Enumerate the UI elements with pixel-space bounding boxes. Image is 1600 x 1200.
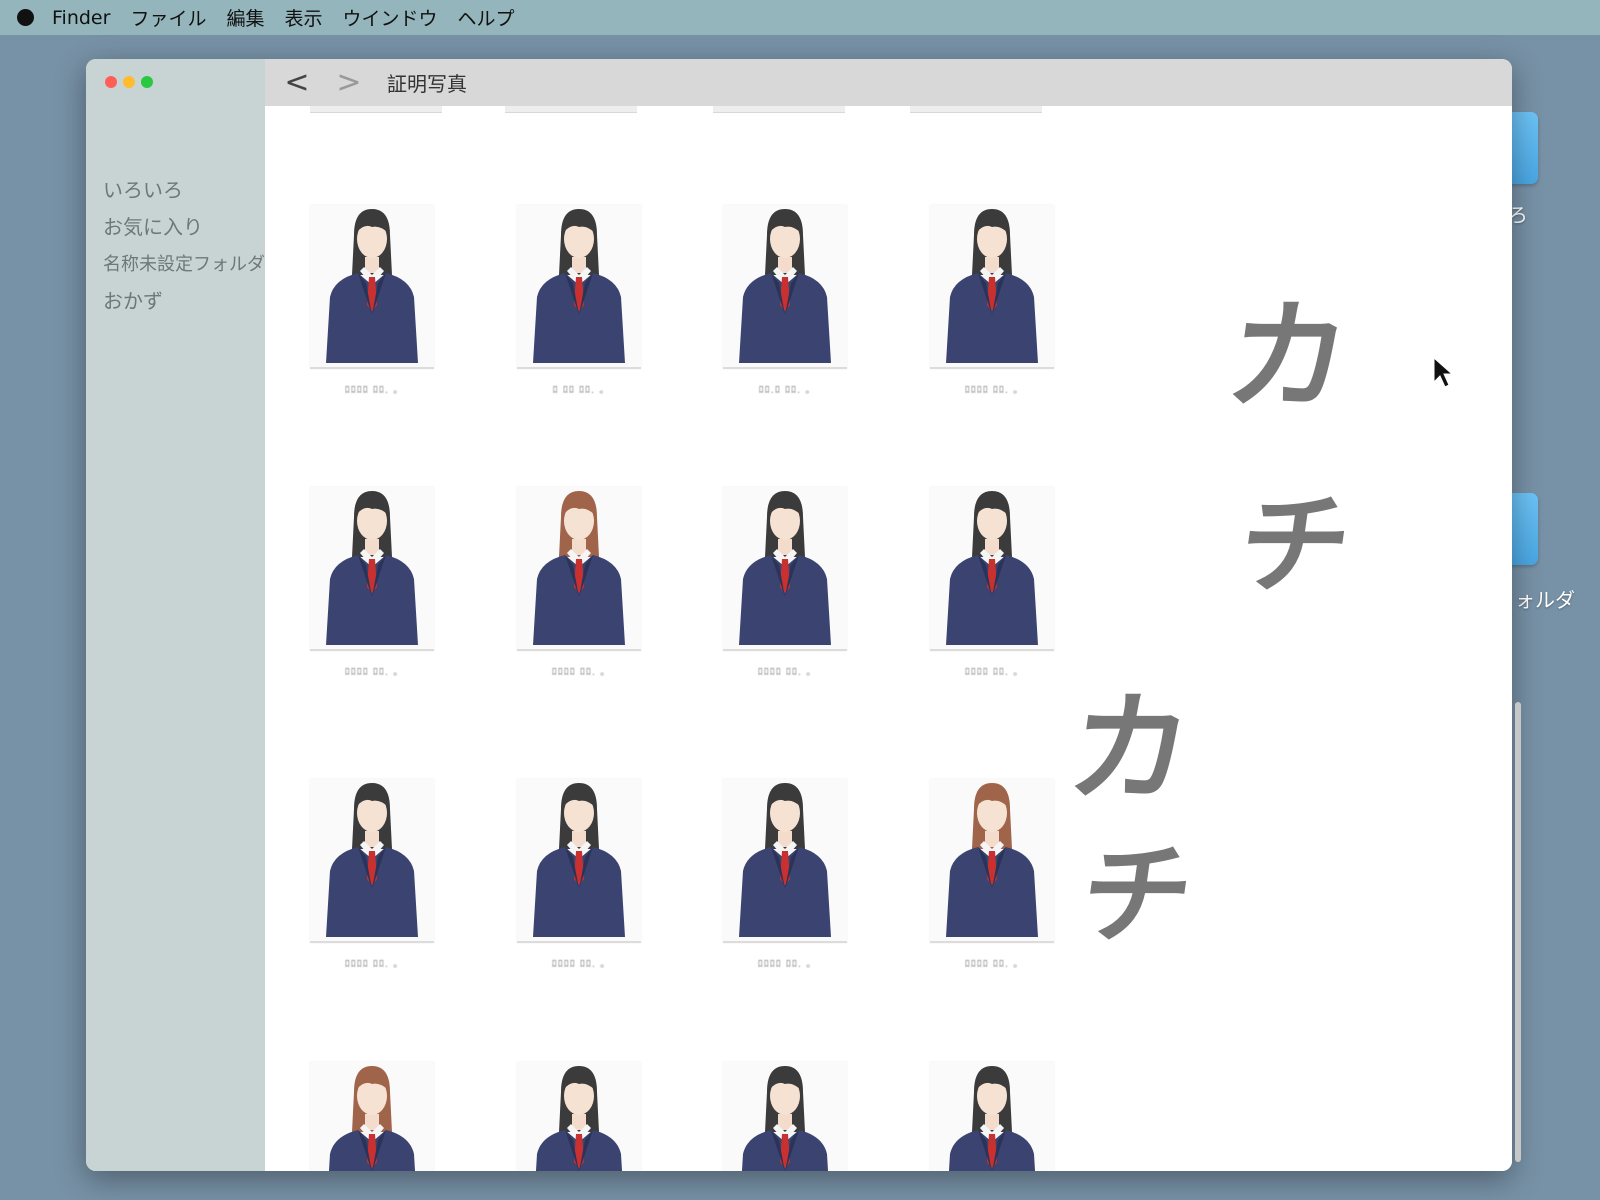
window-title: 証明写真 xyxy=(387,72,467,96)
file-thumbnail-edge xyxy=(505,106,637,113)
menu-help[interactable]: ヘルプ xyxy=(458,4,515,31)
photo-thumbnail[interactable] xyxy=(310,779,434,943)
photo-thumbnail[interactable] xyxy=(930,779,1054,943)
portrait-image xyxy=(723,205,847,367)
photo-thumbnail[interactable] xyxy=(310,487,434,651)
sound-effect-text: カ xyxy=(1218,288,1358,427)
desktop-folder-label[interactable]: ォルダ xyxy=(1515,584,1575,613)
forward-button[interactable]: > xyxy=(323,59,375,106)
portrait-image xyxy=(723,779,847,941)
photo-thumbnail[interactable] xyxy=(930,205,1054,369)
photo-filename[interactable]: ﾛﾛﾛﾛ ﾛﾛ. ｡ xyxy=(517,955,641,970)
zoom-button[interactable] xyxy=(141,76,153,88)
menu-finder[interactable]: Finder xyxy=(52,7,110,29)
file-thumbnail-edge xyxy=(310,106,442,113)
portrait-image xyxy=(723,1062,847,1171)
portrait-image xyxy=(517,205,641,367)
photo-thumbnail[interactable] xyxy=(723,205,847,369)
minimize-button[interactable] xyxy=(123,76,135,88)
photo-thumbnail[interactable] xyxy=(723,1062,847,1171)
photo-thumbnail[interactable] xyxy=(517,487,641,651)
photo-thumbnail[interactable] xyxy=(517,205,641,369)
portrait-image xyxy=(930,1062,1054,1171)
photo-filename[interactable]: ﾛﾛﾛﾛ ﾛﾛ. ｡ xyxy=(930,663,1054,678)
photo-filename[interactable]: ﾛﾛﾛﾛ ﾛﾛ. ｡ xyxy=(930,955,1054,970)
menu-view[interactable]: 表示 xyxy=(284,4,322,31)
back-button[interactable]: < xyxy=(271,59,323,106)
photo-thumbnail[interactable] xyxy=(930,487,1054,651)
photo-thumbnail[interactable] xyxy=(723,487,847,651)
file-thumbnail-edge xyxy=(910,106,1042,113)
photo-filename[interactable]: ﾛﾛﾛﾛ ﾛﾛ. ｡ xyxy=(310,955,434,970)
portrait-image xyxy=(310,1062,434,1171)
photo-filename[interactable]: ﾛ ﾛﾛ ﾛﾛ. ｡ xyxy=(517,381,641,396)
portrait-image xyxy=(517,1062,641,1171)
close-button[interactable] xyxy=(105,76,117,88)
sound-effect-text: カ xyxy=(1060,680,1200,819)
photo-filename[interactable]: ﾛﾛﾛﾛ ﾛﾛ. ｡ xyxy=(723,955,847,970)
sidebar-item-favorites[interactable]: お気に入り xyxy=(103,209,265,246)
mouse-pointer-icon xyxy=(1433,356,1454,388)
portrait-image xyxy=(930,779,1054,941)
photo-thumbnail[interactable] xyxy=(310,1062,434,1171)
portrait-image xyxy=(930,205,1054,367)
photo-filename[interactable]: ﾛﾛ.ﾛ ﾛﾛ. ｡ xyxy=(723,381,847,396)
photo-filename[interactable]: ﾛﾛﾛﾛ ﾛﾛ. ｡ xyxy=(310,663,434,678)
sidebar-item-untitled-folder[interactable]: 名称未設定フォルダ xyxy=(103,246,265,283)
portrait-image xyxy=(517,779,641,941)
menu-edit[interactable]: 編集 xyxy=(226,4,264,31)
file-grid: ﾛﾛﾛﾛ ﾛﾛ. ｡ ﾛ ﾛﾛ ﾛﾛ. ｡ ﾛﾛ.ﾛ ﾛﾛ. ｡ ﾛﾛﾛﾛ ﾛﾛ. ｡… xyxy=(265,106,1512,1171)
scrollbar-thumb[interactable] xyxy=(1515,702,1521,1162)
title-bar: < > 証明写真 xyxy=(265,59,1512,106)
portrait-image xyxy=(930,487,1054,649)
menu-bar: Finder ファイル 編集 表示 ウインドウ ヘルプ xyxy=(0,0,1600,35)
portrait-image xyxy=(517,487,641,649)
sidebar-list: いろいろ お気に入り 名称未設定フォルダ おかず xyxy=(103,172,265,320)
menu-file[interactable]: ファイル xyxy=(130,4,206,31)
photo-filename[interactable]: ﾛﾛﾛﾛ ﾛﾛ. ｡ xyxy=(517,663,641,678)
sidebar: いろいろ お気に入り 名称未設定フォルダ おかず xyxy=(86,59,265,1171)
portrait-image xyxy=(310,205,434,367)
sound-effect-text: チ xyxy=(1073,831,1201,959)
photo-filename[interactable]: ﾛﾛﾛﾛ ﾛﾛ. ｡ xyxy=(310,381,434,396)
photo-filename[interactable]: ﾛﾛﾛﾛ ﾛﾛ. ｡ xyxy=(723,663,847,678)
file-thumbnail-edge xyxy=(713,106,845,113)
photo-thumbnail[interactable] xyxy=(310,205,434,369)
finder-window: いろいろ お気に入り 名称未設定フォルダ おかず < > 証明写真 ﾛﾛﾛﾛ ﾛ… xyxy=(86,59,1512,1171)
photo-thumbnail[interactable] xyxy=(723,779,847,943)
photo-filename[interactable]: ﾛﾛﾛﾛ ﾛﾛ. ｡ xyxy=(930,381,1054,396)
portrait-image xyxy=(310,779,434,941)
photo-thumbnail[interactable] xyxy=(930,1062,1054,1171)
portrait-image xyxy=(723,487,847,649)
sidebar-item-iroiro[interactable]: いろいろ xyxy=(103,172,265,209)
apple-menu-icon[interactable] xyxy=(17,9,34,26)
menu-window[interactable]: ウインドウ xyxy=(342,4,437,31)
photo-thumbnail[interactable] xyxy=(517,1062,641,1171)
sound-effect-text: チ xyxy=(1231,481,1359,609)
portrait-image xyxy=(310,487,434,649)
sidebar-item-okazu[interactable]: おかず xyxy=(103,283,265,320)
scrollbar[interactable] xyxy=(1515,110,1521,1165)
photo-thumbnail[interactable] xyxy=(517,779,641,943)
